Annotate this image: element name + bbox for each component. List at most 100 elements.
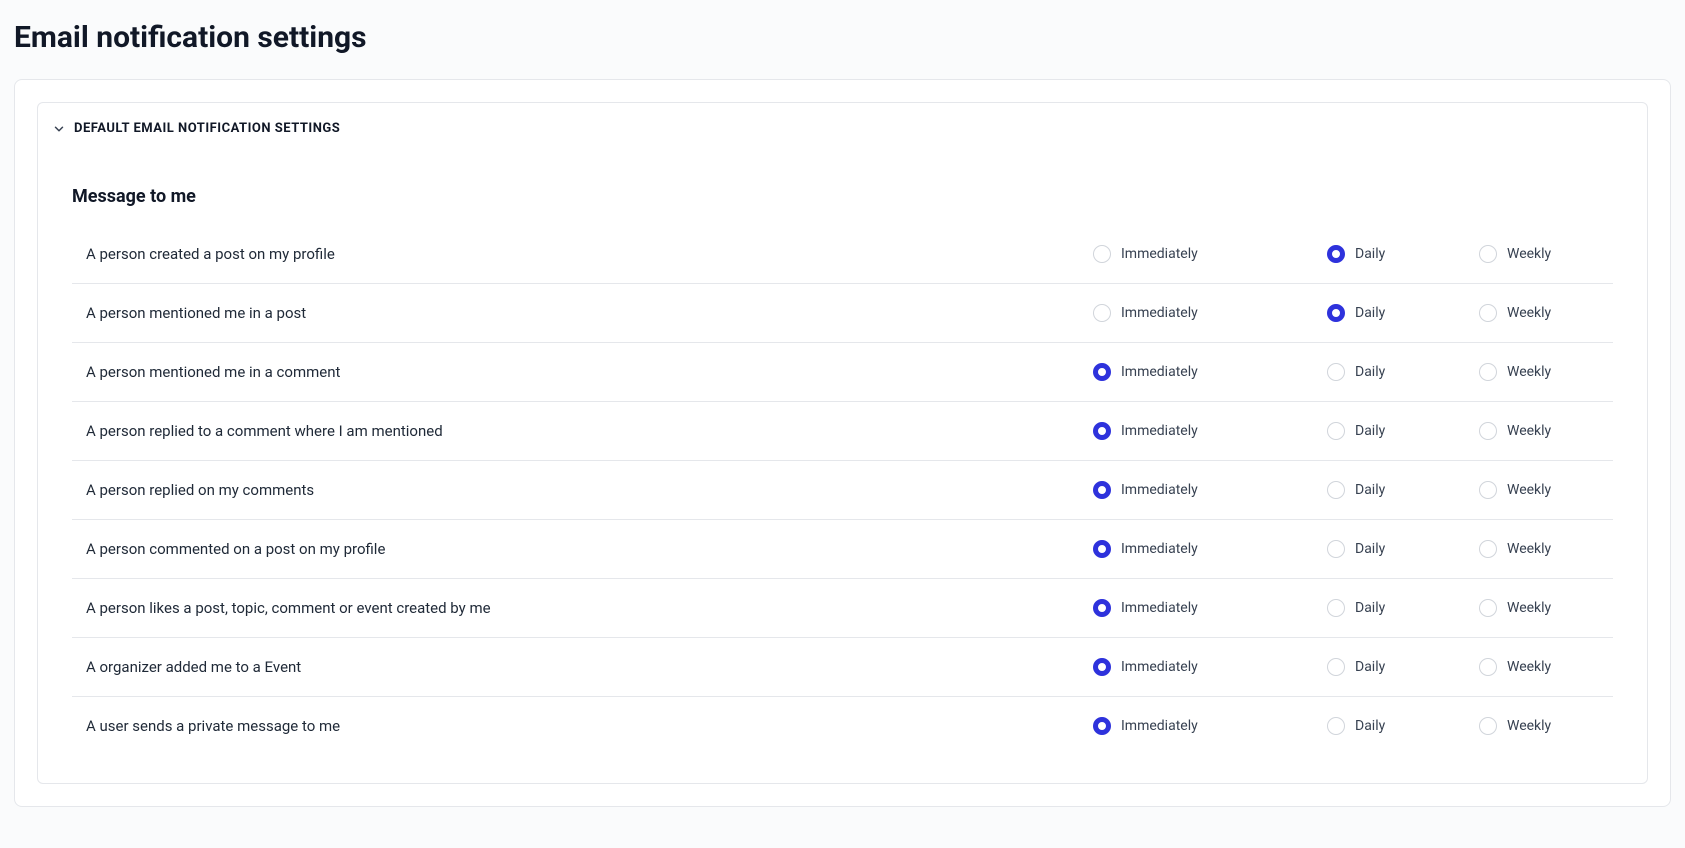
option-weekly[interactable]: Weekly <box>1479 599 1599 617</box>
option-label: Daily <box>1355 364 1385 380</box>
setting-row: A person created a post on my profileImm… <box>72 225 1613 284</box>
radio-daily[interactable] <box>1327 363 1345 381</box>
option-label: Daily <box>1355 305 1385 321</box>
radio-daily[interactable] <box>1327 304 1345 322</box>
setting-row: A user sends a private message to me Imme… <box>72 697 1613 755</box>
option-daily[interactable]: Daily <box>1327 658 1479 676</box>
setting-label: A person commented on a post on my profi… <box>86 540 1093 558</box>
setting-label: A person created a post on my profile <box>86 245 1093 263</box>
option-daily[interactable]: Daily <box>1327 481 1479 499</box>
option-immediately[interactable]: Immediately <box>1093 422 1327 440</box>
option-daily[interactable]: Daily <box>1327 599 1479 617</box>
option-weekly[interactable]: Weekly <box>1479 540 1599 558</box>
setting-row: A person replied to a comment where I am… <box>72 402 1613 461</box>
setting-row: A organizer added me to a Event Immediate… <box>72 638 1613 697</box>
option-daily[interactable]: Daily <box>1327 304 1479 322</box>
radio-immediately[interactable] <box>1093 717 1111 735</box>
frequency-options: Immediately Daily Weekly <box>1093 363 1599 381</box>
option-immediately[interactable]: Immediately <box>1093 599 1327 617</box>
radio-daily[interactable] <box>1327 658 1345 676</box>
radio-weekly[interactable] <box>1479 540 1497 558</box>
option-weekly[interactable]: Weekly <box>1479 245 1599 263</box>
frequency-options: Immediately Daily Weekly <box>1093 422 1599 440</box>
option-immediately[interactable]: Immediately <box>1093 481 1327 499</box>
setting-label: A organizer added me to a Event <box>86 658 1093 676</box>
radio-immediately[interactable] <box>1093 245 1111 263</box>
option-daily[interactable]: Daily <box>1327 363 1479 381</box>
option-weekly[interactable]: Weekly <box>1479 304 1599 322</box>
setting-label: A person mentioned me in a comment <box>86 363 1093 381</box>
option-label: Daily <box>1355 423 1385 439</box>
option-weekly[interactable]: Weekly <box>1479 481 1599 499</box>
option-immediately[interactable]: Immediately <box>1093 717 1327 735</box>
option-daily[interactable]: Daily <box>1327 245 1479 263</box>
radio-daily[interactable] <box>1327 245 1345 263</box>
option-label: Immediately <box>1121 718 1198 734</box>
option-label: Daily <box>1355 718 1385 734</box>
settings-card: DEFAULT EMAIL NOTIFICATION SETTINGS Mess… <box>14 79 1671 807</box>
radio-daily[interactable] <box>1327 540 1345 558</box>
radio-daily[interactable] <box>1327 422 1345 440</box>
option-label: Weekly <box>1507 659 1551 675</box>
radio-weekly[interactable] <box>1479 363 1497 381</box>
radio-immediately[interactable] <box>1093 658 1111 676</box>
group-title: Message to me <box>72 168 1613 225</box>
radio-immediately[interactable] <box>1093 540 1111 558</box>
panel-body: Message to me A person created a post on… <box>38 154 1647 783</box>
option-weekly[interactable]: Weekly <box>1479 658 1599 676</box>
radio-weekly[interactable] <box>1479 245 1497 263</box>
option-daily[interactable]: Daily <box>1327 540 1479 558</box>
radio-immediately[interactable] <box>1093 599 1111 617</box>
option-immediately[interactable]: Immediately <box>1093 245 1327 263</box>
option-label: Daily <box>1355 659 1385 675</box>
radio-daily[interactable] <box>1327 599 1345 617</box>
option-weekly[interactable]: Weekly <box>1479 363 1599 381</box>
option-label: Immediately <box>1121 659 1198 675</box>
option-immediately[interactable]: Immediately <box>1093 304 1327 322</box>
option-immediately[interactable]: Immediately <box>1093 540 1327 558</box>
radio-weekly[interactable] <box>1479 599 1497 617</box>
setting-label: A person replied on my comments <box>86 481 1093 499</box>
option-label: Daily <box>1355 482 1385 498</box>
setting-label: A person likes a post, topic, comment or… <box>86 599 1093 617</box>
radio-immediately[interactable] <box>1093 481 1111 499</box>
option-label: Immediately <box>1121 305 1198 321</box>
radio-immediately[interactable] <box>1093 363 1111 381</box>
option-label: Weekly <box>1507 541 1551 557</box>
radio-immediately[interactable] <box>1093 422 1111 440</box>
frequency-options: Immediately Daily Weekly <box>1093 540 1599 558</box>
setting-row: A person likes a post, topic, comment or… <box>72 579 1613 638</box>
option-label: Daily <box>1355 600 1385 616</box>
frequency-options: Immediately Daily Weekly <box>1093 599 1599 617</box>
option-immediately[interactable]: Immediately <box>1093 658 1327 676</box>
radio-weekly[interactable] <box>1479 422 1497 440</box>
radio-daily[interactable] <box>1327 481 1345 499</box>
option-label: Weekly <box>1507 305 1551 321</box>
radio-immediately[interactable] <box>1093 304 1111 322</box>
option-daily[interactable]: Daily <box>1327 422 1479 440</box>
setting-row: A person replied on my commentsImmediate… <box>72 461 1613 520</box>
option-immediately[interactable]: Immediately <box>1093 363 1327 381</box>
option-daily[interactable]: Daily <box>1327 717 1479 735</box>
option-weekly[interactable]: Weekly <box>1479 717 1599 735</box>
option-label: Weekly <box>1507 482 1551 498</box>
option-label: Immediately <box>1121 541 1198 557</box>
radio-weekly[interactable] <box>1479 481 1497 499</box>
panel-title: DEFAULT EMAIL NOTIFICATION SETTINGS <box>74 121 340 136</box>
setting-row: A person mentioned me in a post Immediate… <box>72 284 1613 343</box>
chevron-down-icon <box>52 122 66 136</box>
frequency-options: ImmediatelyDailyWeekly <box>1093 245 1599 263</box>
option-weekly[interactable]: Weekly <box>1479 422 1599 440</box>
panel-toggle[interactable]: DEFAULT EMAIL NOTIFICATION SETTINGS <box>38 103 1647 154</box>
radio-daily[interactable] <box>1327 717 1345 735</box>
setting-label: A person mentioned me in a post <box>86 304 1093 322</box>
setting-row: A person mentioned me in a commentImmedi… <box>72 343 1613 402</box>
radio-weekly[interactable] <box>1479 717 1497 735</box>
frequency-options: Immediately Daily Weekly <box>1093 481 1599 499</box>
setting-row: A person commented on a post on my profi… <box>72 520 1613 579</box>
radio-weekly[interactable] <box>1479 658 1497 676</box>
setting-label: A user sends a private message to me <box>86 717 1093 735</box>
radio-weekly[interactable] <box>1479 304 1497 322</box>
option-label: Daily <box>1355 541 1385 557</box>
option-label: Immediately <box>1121 364 1198 380</box>
